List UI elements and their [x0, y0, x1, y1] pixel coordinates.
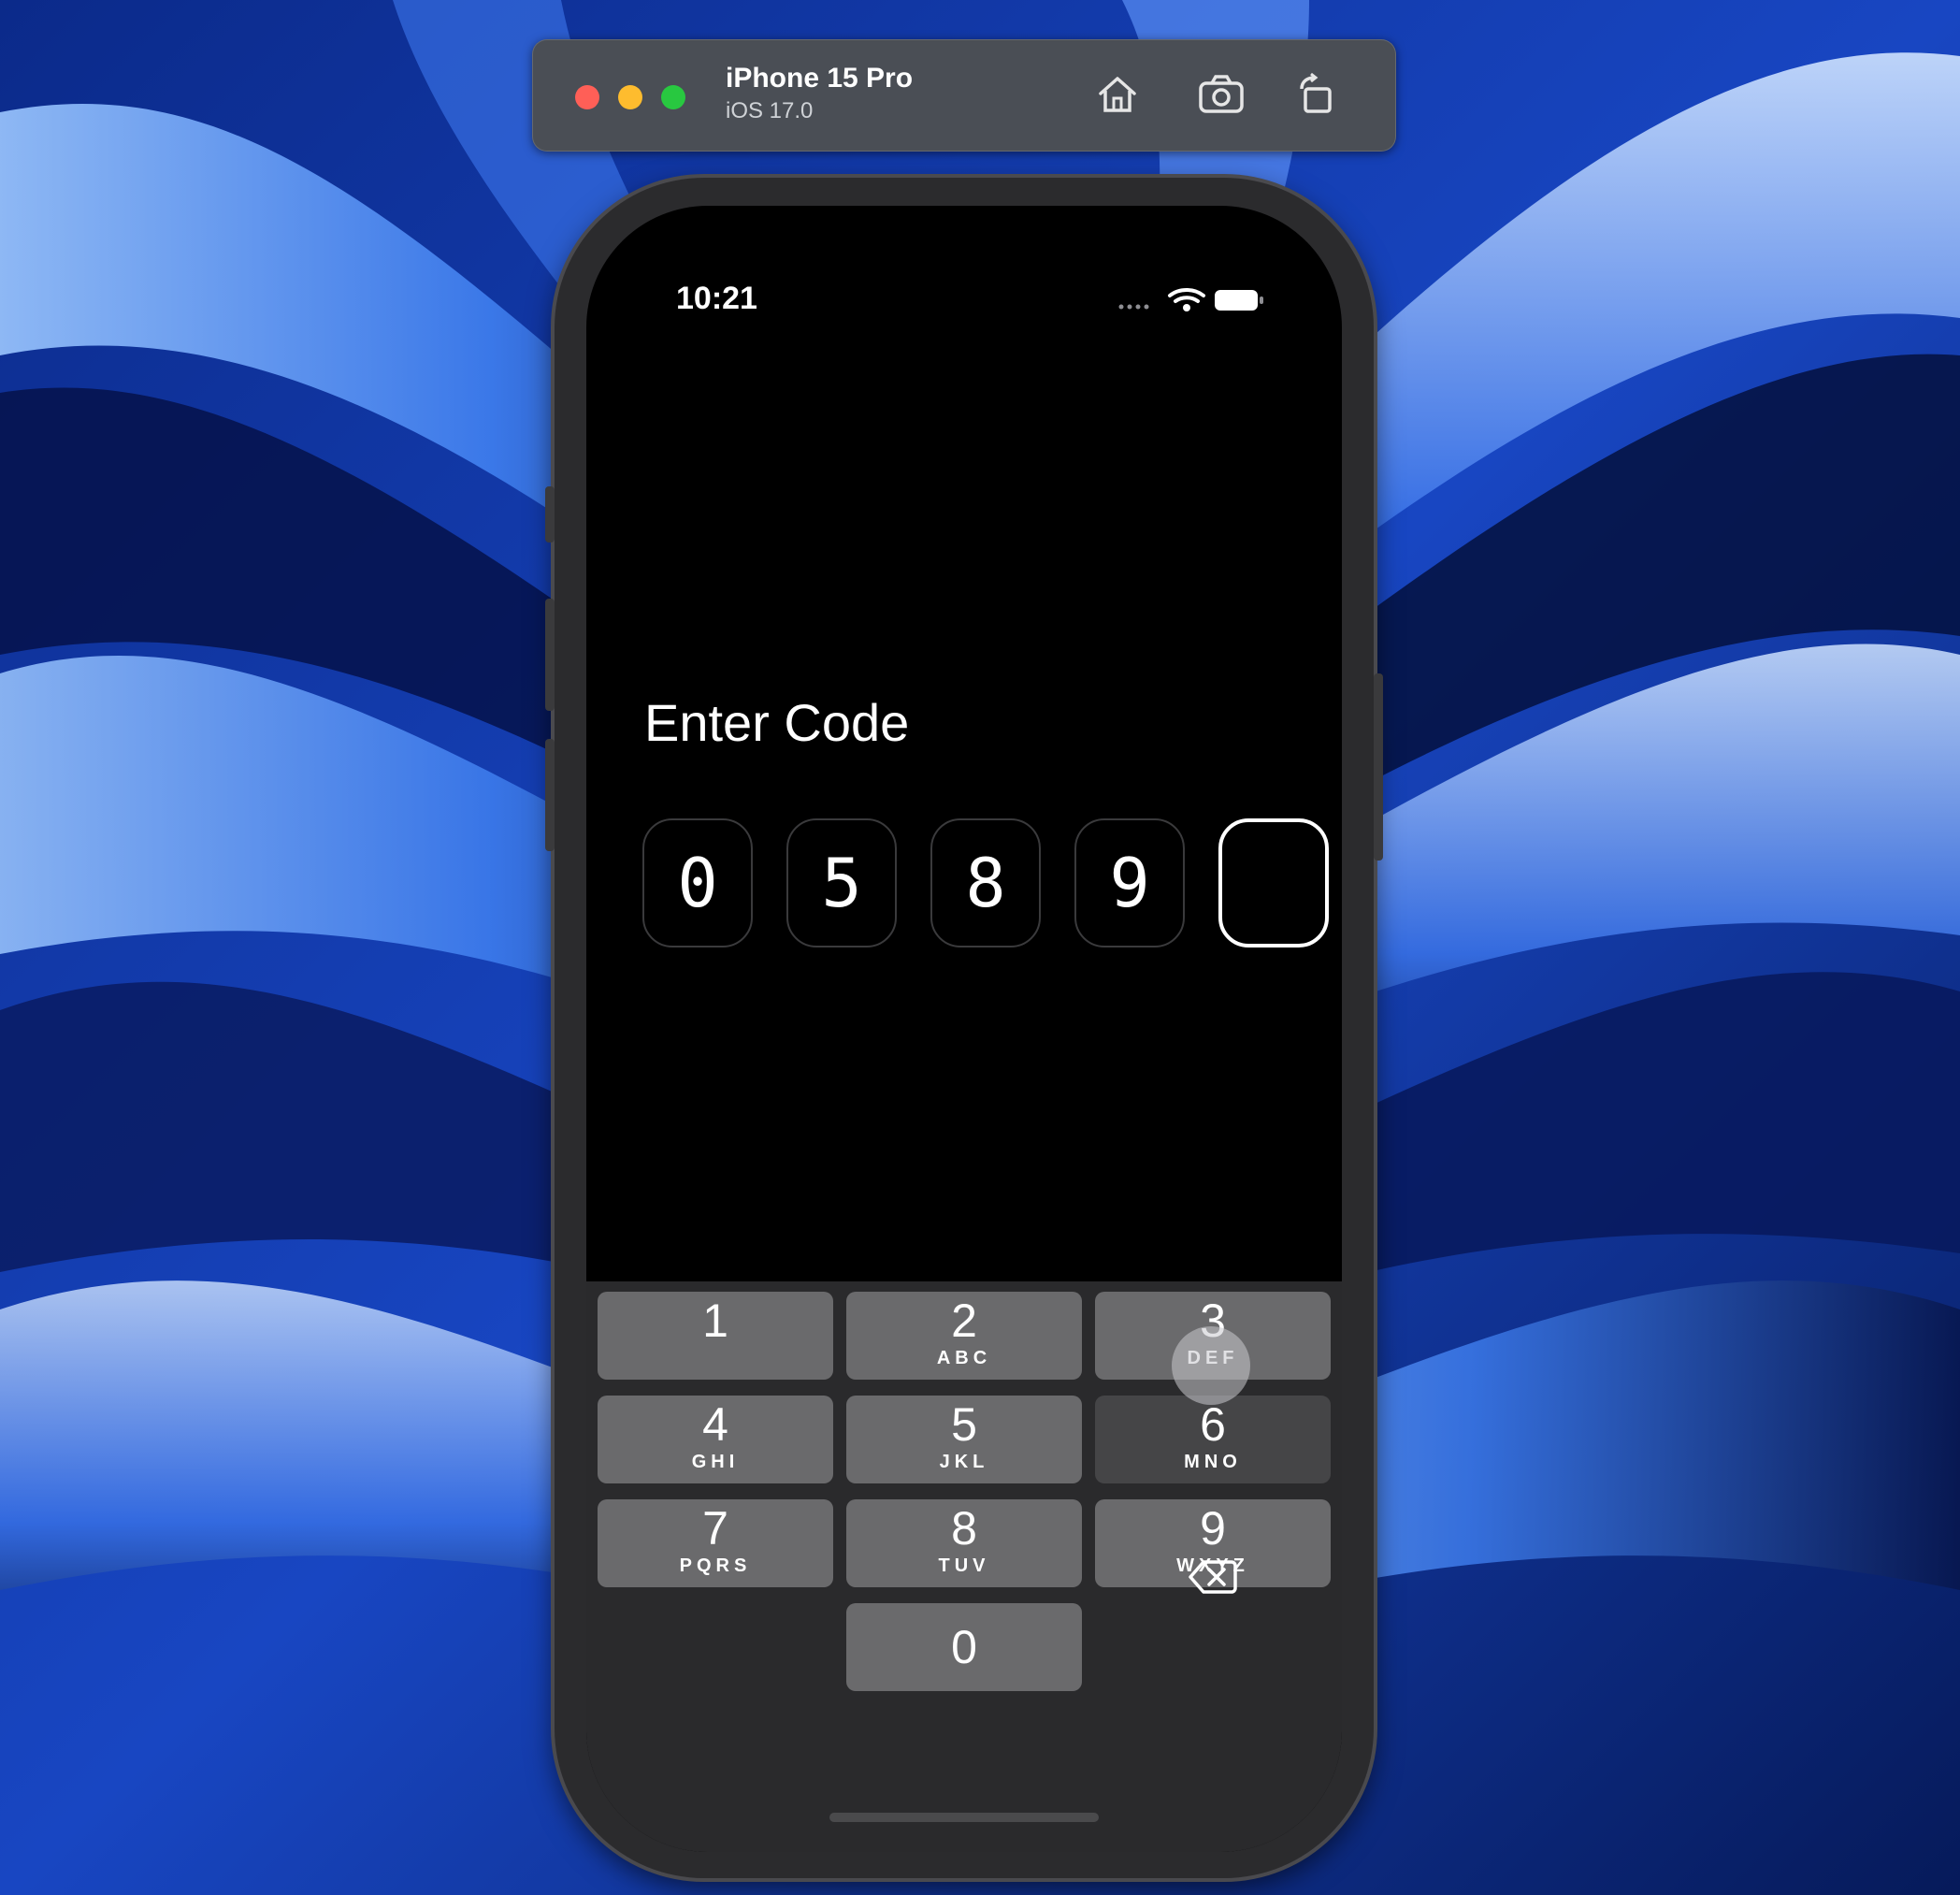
key-0[interactable]: 0 — [846, 1603, 1082, 1691]
key-number: 2 — [951, 1295, 977, 1347]
code-digit-4[interactable]: 9 — [1074, 818, 1185, 948]
simulator-titlebar: iPhone 15 Pro iOS 17.0 — [532, 39, 1396, 152]
code-digit-3[interactable]: 8 — [930, 818, 1041, 948]
code-digit-1[interactable]: 0 — [642, 818, 753, 948]
rotate-icon[interactable] — [1289, 68, 1341, 121]
key-1[interactable]: 1 — [598, 1292, 833, 1380]
key-4[interactable]: 4 GHI — [598, 1396, 833, 1483]
wifi-icon — [1168, 288, 1205, 311]
key-number: 9 — [1200, 1502, 1226, 1555]
signal-icon — [1118, 304, 1149, 310]
power-button — [1374, 673, 1383, 861]
close-window-button[interactable] — [575, 85, 599, 109]
key-5[interactable]: 5 JKL — [846, 1396, 1082, 1483]
key-letters: GHI — [691, 1452, 740, 1472]
key-number: 6 — [1200, 1398, 1226, 1451]
screenshot-icon[interactable] — [1195, 68, 1247, 121]
key-letters: TUV — [938, 1555, 990, 1576]
touch-indicator — [1172, 1326, 1250, 1405]
battery-icon — [1215, 290, 1263, 311]
volume-up-button — [545, 599, 555, 711]
zoom-window-button[interactable] — [661, 85, 685, 109]
os-version: iOS 17.0 — [726, 98, 814, 123]
key-letters: JKL — [939, 1452, 989, 1472]
key-number: 0 — [951, 1621, 977, 1673]
code-digit-2[interactable]: 5 — [786, 818, 897, 948]
key-6[interactable]: 6 MNO — [1095, 1396, 1331, 1483]
minimize-window-button[interactable] — [618, 85, 642, 109]
status-time: 10:21 — [676, 281, 757, 316]
key-letters: MNO — [1184, 1452, 1242, 1472]
key-number: 8 — [951, 1502, 977, 1555]
action-button — [545, 486, 555, 542]
volume-down-button — [545, 739, 555, 851]
key-8[interactable]: 8 TUV — [846, 1499, 1082, 1587]
key-number: 5 — [951, 1398, 977, 1451]
home-indicator[interactable] — [829, 1813, 1099, 1822]
enter-code-title: Enter Code — [644, 693, 910, 752]
key-7[interactable]: 7 PQRS — [598, 1499, 833, 1587]
key-letters: ABC — [936, 1348, 992, 1368]
delete-backspace-icon[interactable] — [1185, 1549, 1241, 1605]
key-number: 4 — [702, 1398, 728, 1451]
phone-screen: 10:21 Enter Code 0 5 8 9 1 2 ABC 3 4 GHI… — [586, 206, 1342, 1852]
key-number: 1 — [702, 1295, 728, 1347]
key-letters: PQRS — [679, 1555, 752, 1576]
iphone-frame: 10:21 Enter Code 0 5 8 9 1 2 ABC 3 4 GHI… — [545, 178, 1383, 1878]
device-name: iPhone 15 Pro — [726, 63, 914, 94]
code-digit-5[interactable] — [1218, 818, 1329, 948]
key-2[interactable]: 2 ABC — [846, 1292, 1082, 1380]
key-number: 7 — [702, 1502, 728, 1555]
status-icons — [1118, 288, 1263, 311]
home-icon[interactable] — [1091, 68, 1144, 121]
